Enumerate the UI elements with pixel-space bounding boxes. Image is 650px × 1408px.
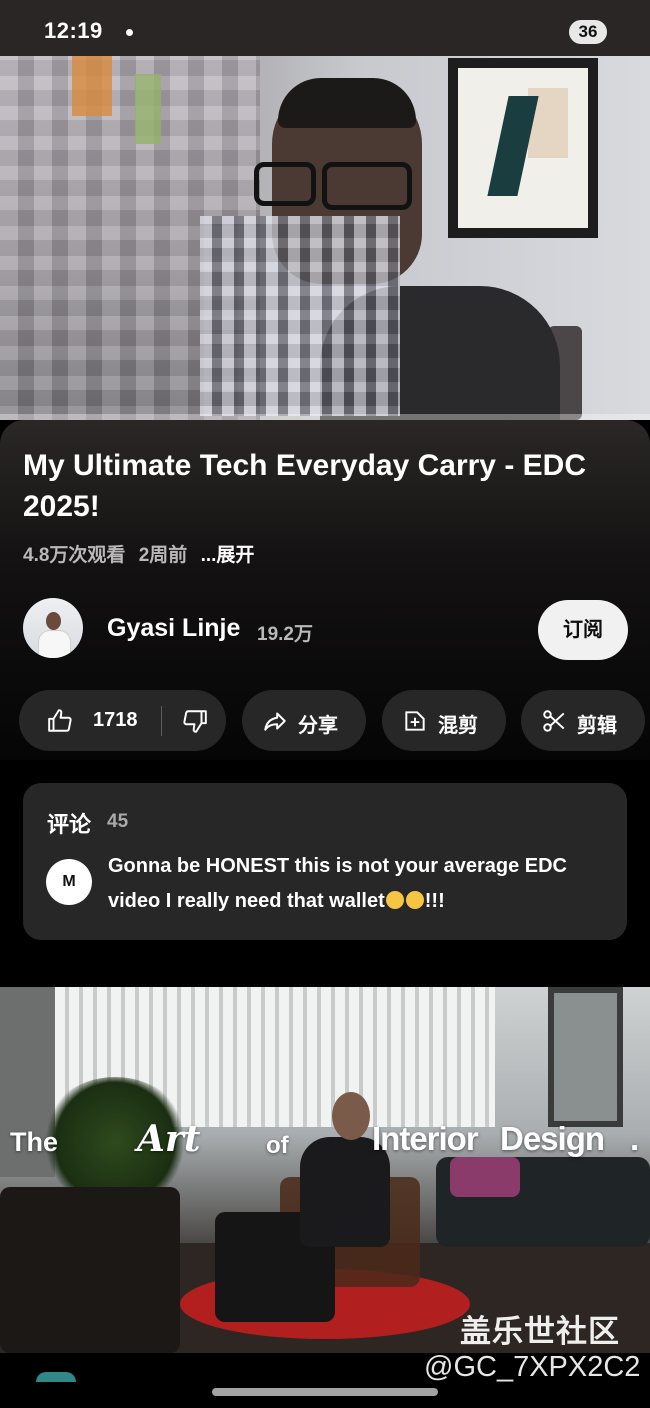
top-comment: Gonna be HONEST this is not your average… xyxy=(108,849,608,919)
video-background-block xyxy=(72,56,112,116)
top-comment-text: Gonna be HONEST this is not your average… xyxy=(108,855,567,912)
thumb-window xyxy=(548,987,623,1127)
thumb-title-word: Design xyxy=(500,1120,605,1157)
video-player[interactable] xyxy=(0,56,650,420)
thumbs-up-icon[interactable] xyxy=(47,708,73,734)
video-background-block xyxy=(135,74,161,144)
remix-icon xyxy=(405,711,425,731)
top-comment-suffix: !!! xyxy=(424,890,445,912)
watermark-user-id: @GC_7XPX2C2 xyxy=(424,1351,641,1383)
share-arrow-icon xyxy=(264,712,286,731)
video-title: My Ultimate Tech Everyday Carry - EDC 20… xyxy=(23,449,586,523)
comments-card[interactable]: 评论 45 M Gonna be HONEST this is not your… xyxy=(23,783,627,940)
like-dislike-pill: 1718 xyxy=(19,690,226,751)
home-indicator[interactable] xyxy=(212,1388,438,1396)
remix-button[interactable]: 混剪 xyxy=(382,690,506,751)
emoji-icon xyxy=(385,891,404,909)
scissors-icon xyxy=(543,710,565,732)
avatar-body xyxy=(38,630,71,658)
like-separator xyxy=(161,706,162,736)
view-count: 4.8万次观看 xyxy=(23,545,126,566)
next-item-peek xyxy=(36,1372,76,1382)
avatar-head xyxy=(46,612,61,630)
thumb-title-word: . xyxy=(630,1120,640,1157)
wall-picture-frame xyxy=(448,58,598,238)
channel-avatar[interactable] xyxy=(23,598,83,658)
video-meta[interactable]: 4.8万次观看 2周前 ...展开 xyxy=(23,540,254,567)
watermark-site: 盖乐世社区 xyxy=(460,1314,620,1349)
presenter-hair xyxy=(278,78,416,128)
status-time: 12:19 xyxy=(44,18,103,43)
notification-dot-icon xyxy=(126,29,133,36)
next-video-thumbnail[interactable] xyxy=(0,987,650,1353)
subscribe-button[interactable]: 订阅 xyxy=(538,600,628,660)
comments-title: 评论 xyxy=(47,812,92,837)
presenter-glasses xyxy=(322,162,412,210)
battery-icon: 36 xyxy=(569,20,607,44)
thumb-title-word: The xyxy=(10,1127,59,1157)
video-glitch-artifacts xyxy=(200,216,400,416)
thumb-foreground-chair xyxy=(0,1187,180,1353)
thumb-title-word: Interior xyxy=(372,1120,479,1157)
emoji-icon xyxy=(405,891,424,909)
status-bar: 12:19 36 xyxy=(0,0,650,56)
thumbs-down-icon[interactable] xyxy=(182,708,208,734)
share-label: 分享 xyxy=(298,715,338,737)
clip-button[interactable]: 剪辑 xyxy=(521,690,645,751)
picture-canvas xyxy=(458,68,588,228)
upload-age: 2周前 xyxy=(138,545,188,566)
thumb-title-word: of xyxy=(266,1132,289,1159)
thumb-title-word: Art xyxy=(137,1118,201,1160)
presenter-glasses xyxy=(254,162,316,206)
share-button[interactable]: 分享 xyxy=(242,690,366,751)
subscriber-count: 19.2万 xyxy=(257,624,313,645)
channel-name[interactable]: Gyasi Linje xyxy=(107,614,240,643)
commenter-avatar[interactable]: M xyxy=(46,859,92,905)
expand-description-button[interactable]: ...展开 xyxy=(201,545,255,566)
thumb-person-head xyxy=(332,1092,370,1140)
comments-count: 45 xyxy=(107,811,129,832)
commenter-initials: M xyxy=(62,873,76,890)
remix-label: 混剪 xyxy=(438,715,478,737)
clip-label: 剪辑 xyxy=(577,715,617,737)
like-count[interactable]: 1718 xyxy=(93,709,138,732)
thumb-pillow xyxy=(450,1157,520,1197)
